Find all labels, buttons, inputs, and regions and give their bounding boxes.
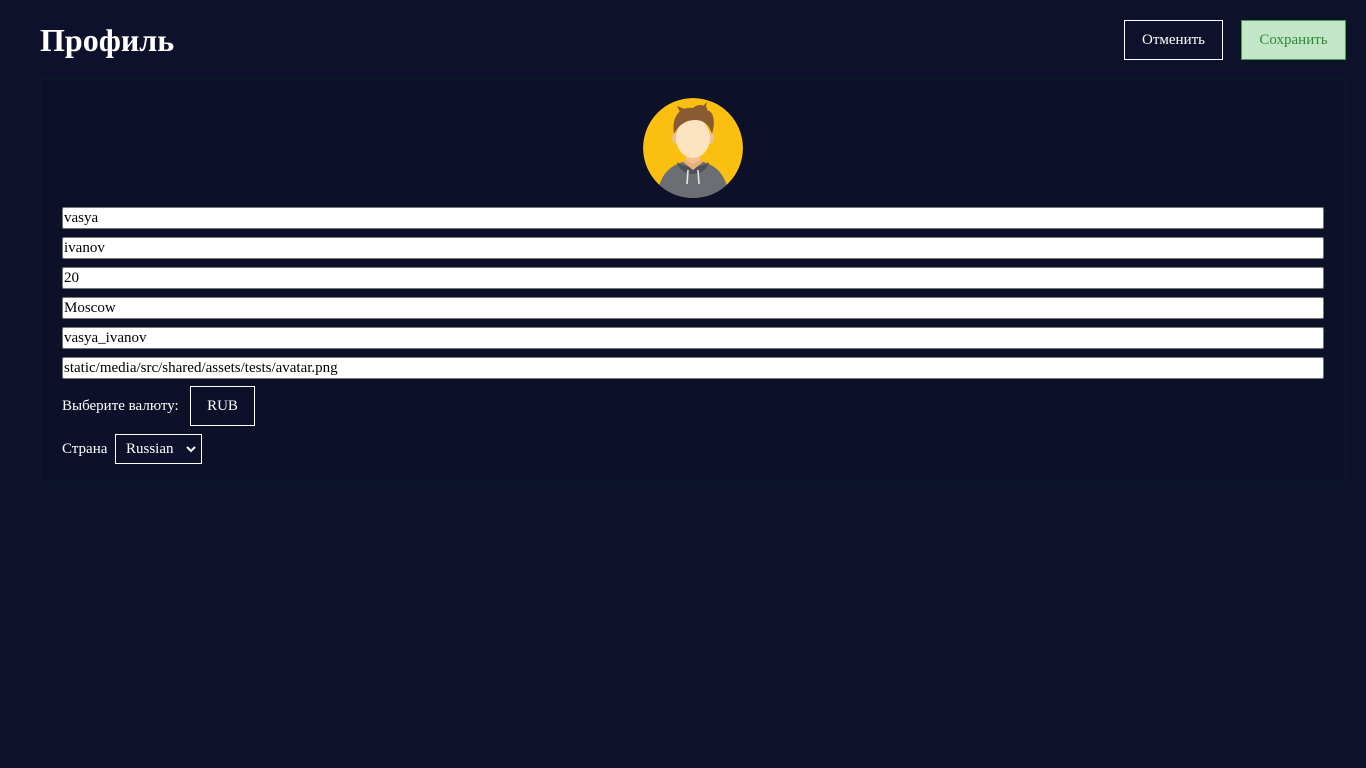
profile-card: Выберите валюту: RUB Страна Russian — [40, 78, 1346, 484]
currency-select-button[interactable]: RUB — [190, 386, 255, 426]
save-button[interactable]: Сохранить — [1241, 20, 1346, 60]
username-input[interactable] — [62, 327, 1324, 349]
currency-label: Выберите валюту: — [62, 398, 179, 414]
country-label: Страна — [62, 441, 108, 457]
chevron-down-icon — [186, 446, 196, 453]
page-title: Профиль — [40, 22, 175, 58]
cancel-button[interactable]: Отменить — [1124, 20, 1223, 60]
first-name-input[interactable] — [62, 207, 1324, 229]
avatar — [643, 98, 743, 198]
country-select[interactable]: Russian — [115, 434, 202, 464]
page-header: Профиль Отменить Сохранить — [40, 20, 1346, 60]
avatar-url-input[interactable] — [62, 357, 1324, 379]
age-input[interactable] — [62, 267, 1324, 289]
country-selected-value: Russian — [126, 440, 174, 457]
city-input[interactable] — [62, 297, 1324, 319]
avatar-image — [643, 98, 743, 198]
last-name-input[interactable] — [62, 237, 1324, 259]
